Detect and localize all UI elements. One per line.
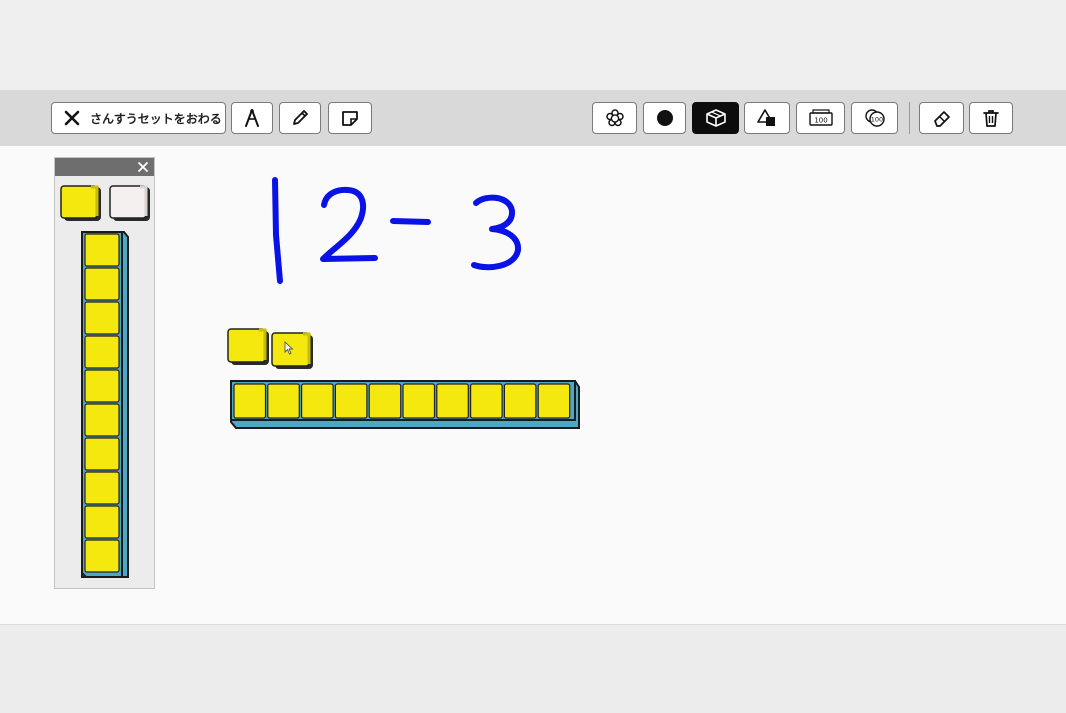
rod-unit-cell [537,383,571,419]
rod-unit-cell [233,383,267,419]
page-background-bottom [0,624,1066,713]
handwritten-expression[interactable] [272,177,521,284]
rod-unit-cell [436,383,469,419]
handwritten-digit-two [320,186,378,262]
ten-rod-block[interactable] [230,380,580,429]
handwritten-digit-one [272,177,283,284]
rod-unit-cell [267,383,300,419]
rod-unit-cell [503,383,537,419]
rod-unit-cell [402,383,436,419]
rod-unit-cell [301,383,334,419]
rod-unit-cell [334,383,368,419]
handwritten-digit-three [471,194,521,271]
rod-unit-cell [470,383,503,419]
loose-unit-block[interactable] [227,328,269,365]
workspace-drawing [227,177,580,429]
rod-unit-cell [368,383,402,419]
mouse-cursor-icon [284,341,294,355]
handwritten-minus [390,218,431,225]
